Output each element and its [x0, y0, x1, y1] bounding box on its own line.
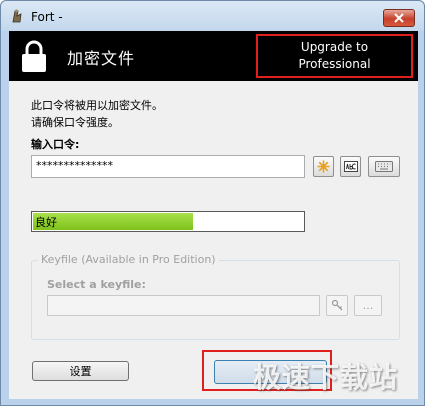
keyfile-legend: Keyfile (Available in Pro Edition) [38, 253, 219, 266]
keyfile-group: Keyfile (Available in Pro Edition) Selec… [31, 253, 400, 340]
abc-icon [343, 161, 358, 172]
generate-password-button[interactable] [313, 156, 334, 177]
dialog-body: 加密文件 Upgrade to Professional 此口令将被用以加密文件… [9, 31, 418, 399]
info-text-line2: 请确保口令强度。 [31, 116, 119, 129]
keyboard-icon [375, 161, 393, 172]
upgrade-button[interactable]: Upgrade to Professional [256, 34, 413, 78]
show-characters-button[interactable] [340, 156, 361, 177]
password-label: 输入口令: [31, 138, 80, 151]
header-banner: 加密文件 Upgrade to Professional [9, 31, 418, 81]
banner-title: 加密文件 [67, 49, 136, 68]
window-title: Fort - [31, 10, 63, 24]
upgrade-line1: Upgrade to [300, 40, 369, 54]
strength-fill [33, 213, 194, 230]
keyfile-label: Select a keyfile: [47, 278, 146, 291]
find-keyfile-button [326, 295, 348, 316]
key-find-icon [331, 299, 342, 311]
app-window: Fort - 加密文件 Upgrade to Professional 此口令将… [0, 0, 425, 406]
close-icon [394, 13, 404, 23]
watermark: 极速下载站 [253, 361, 399, 394]
fort-app-icon [12, 9, 22, 23]
virtual-keyboard-button[interactable] [368, 156, 400, 177]
upgrade-line2: Professional [298, 57, 371, 71]
star-icon [317, 160, 330, 173]
password-strength-meter: 良好 [31, 211, 305, 232]
info-text-line1: 此口令将被用以加密文件。 [31, 99, 163, 112]
keyfile-input [47, 295, 320, 316]
browse-keyfile-button: ... [354, 295, 382, 316]
password-input[interactable]: ************** [31, 155, 305, 178]
strength-text: 良好 [35, 216, 57, 229]
settings-button[interactable]: 设置 [32, 361, 129, 381]
lock-icon [22, 40, 46, 72]
close-button[interactable] [383, 9, 415, 27]
title-bar[interactable]: Fort - [1, 1, 424, 31]
